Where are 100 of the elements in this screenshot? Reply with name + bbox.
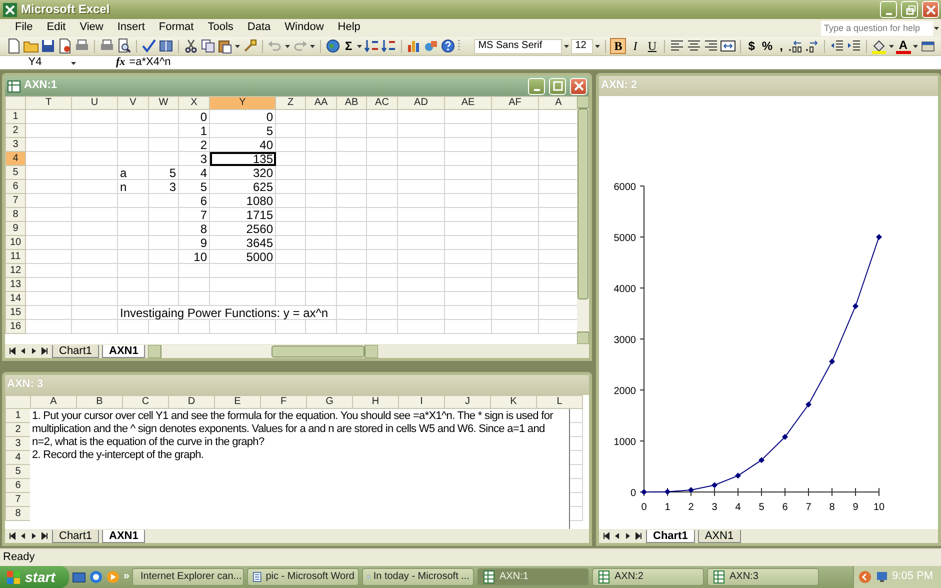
menu-item[interactable]: View (72, 21, 110, 35)
row-header[interactable]: 1 (6, 110, 26, 124)
column-header[interactable]: G (306, 396, 352, 408)
last-sheet-icon[interactable] (41, 532, 49, 540)
taskbar-button[interactable]: In today - Microsoft ... (362, 568, 474, 586)
next-sheet-icon[interactable] (30, 532, 38, 540)
next-sheet-icon[interactable] (624, 532, 632, 540)
column-header[interactable]: AF (492, 96, 538, 110)
sort-ascending-icon[interactable] (364, 38, 380, 54)
sheet-tab[interactable]: Chart1 (52, 530, 100, 542)
spelling-icon[interactable] (141, 38, 157, 54)
menu-item[interactable]: Edit (40, 21, 73, 35)
sheet-tab[interactable]: Chart1 (52, 344, 100, 358)
column-header[interactable]: E (214, 396, 260, 408)
book-icon[interactable] (158, 38, 174, 54)
last-sheet-icon[interactable] (635, 532, 643, 540)
column-header[interactable]: H (352, 396, 398, 408)
autosum-button[interactable]: Σ (342, 38, 356, 54)
row-header[interactable]: 3 (6, 138, 26, 152)
row-header[interactable]: 13 (6, 278, 26, 292)
sheet-tab[interactable]: AXN1 (698, 530, 741, 542)
currency-button[interactable]: $ (745, 38, 758, 54)
caret-icon[interactable] (284, 42, 291, 50)
caret-icon[interactable] (309, 42, 316, 50)
sort-descending-icon[interactable] (381, 38, 398, 54)
column-header[interactable]: AE (444, 96, 492, 110)
previous-sheet-icon[interactable] (19, 532, 27, 540)
increase-decimal-icon[interactable] (786, 38, 803, 54)
first-sheet-icon[interactable] (8, 532, 16, 540)
column-header[interactable]: Y (210, 96, 276, 110)
column-header[interactable]: A (30, 396, 76, 408)
copy-icon[interactable] (200, 38, 216, 54)
column-header[interactable]: AA (306, 96, 336, 110)
taskbar-button[interactable]: pic - Microsoft Word (247, 568, 360, 586)
column-header[interactable]: AB (336, 96, 366, 110)
column-header[interactable]: C (122, 396, 168, 408)
previous-sheet-icon[interactable] (613, 532, 621, 540)
spreadsheet-icon[interactable] (482, 570, 496, 584)
horizontal-scrollbar[interactable] (148, 344, 378, 358)
row-header[interactable]: 4 (6, 152, 26, 166)
column-header[interactable]: J (444, 396, 490, 408)
menu-item[interactable]: Data (240, 21, 278, 35)
column-header[interactable]: X (178, 96, 210, 110)
column-header[interactable]: W (148, 96, 178, 110)
column-header[interactable]: D (168, 396, 214, 408)
taskbar-button[interactable]: AXN:3 (707, 568, 820, 586)
last-sheet-icon[interactable] (41, 347, 49, 355)
comma-button[interactable]: , (776, 38, 786, 54)
media-player-icon[interactable] (106, 570, 120, 584)
caret-icon[interactable] (912, 42, 919, 50)
column-header[interactable]: B (76, 396, 122, 408)
column-header[interactable]: Z (276, 96, 306, 110)
fill-color-icon[interactable] (870, 38, 887, 54)
desktop-icon[interactable] (72, 570, 86, 584)
column-header[interactable]: AC (366, 96, 398, 110)
row-header[interactable]: 10 (6, 236, 26, 250)
row-header[interactable]: 16 (6, 320, 26, 334)
row-header[interactable]: 15 (6, 306, 26, 320)
row-header[interactable]: 2 (6, 124, 26, 138)
row-header[interactable]: 8 (6, 208, 26, 222)
row-header[interactable]: 5 (6, 464, 30, 478)
help-icon[interactable] (440, 38, 456, 54)
column-header[interactable]: A (538, 96, 577, 110)
decrease-decimal-icon[interactable] (804, 38, 820, 54)
underline-button[interactable]: U (644, 38, 660, 54)
table-cell[interactable]: 135 (210, 152, 276, 166)
menu-item[interactable]: Insert (110, 21, 152, 35)
menu-item[interactable]: File (8, 21, 40, 35)
menu-item[interactable]: Format (152, 21, 201, 35)
column-header[interactable]: U (72, 96, 118, 110)
row-header[interactable]: 3 (6, 436, 30, 450)
column-header[interactable]: T (26, 96, 72, 110)
font-size-field[interactable]: 12 (571, 38, 594, 54)
globe-icon[interactable] (325, 38, 341, 54)
row-header[interactable]: 11 (6, 250, 26, 264)
italic-button[interactable]: I (627, 38, 644, 54)
save-icon[interactable] (40, 38, 56, 54)
sheet-tab[interactable]: Chart1 (646, 530, 695, 542)
caret-icon[interactable] (356, 42, 364, 50)
caret-icon[interactable] (933, 24, 941, 32)
row-header[interactable]: 5 (6, 166, 26, 180)
row-header[interactable]: 1 (6, 408, 30, 422)
row-header[interactable]: 14 (6, 292, 26, 306)
vertical-scrollbar[interactable] (577, 96, 589, 344)
formula-field[interactable]: =a*X4^n (129, 56, 171, 70)
paste-icon[interactable] (217, 38, 233, 54)
menu-item[interactable]: Tools (200, 21, 240, 35)
caret-icon[interactable] (888, 42, 895, 50)
row-header[interactable]: 6 (6, 478, 30, 492)
previous-sheet-icon[interactable] (19, 347, 27, 355)
row-header[interactable]: 7 (6, 194, 26, 208)
sheet-tab[interactable]: AXN1 (102, 530, 146, 542)
insert-function-button[interactable]: fx (116, 56, 126, 70)
column-header[interactable]: I (398, 396, 444, 408)
font-field[interactable]: MS Sans Serif (474, 38, 562, 54)
print-preview-icon[interactable] (116, 38, 132, 54)
menu-item[interactable]: Window (278, 21, 331, 35)
caret-icon[interactable] (234, 42, 241, 50)
sheet-tab[interactable]: AXN1 (102, 344, 146, 358)
format-painter-icon[interactable] (242, 38, 258, 54)
